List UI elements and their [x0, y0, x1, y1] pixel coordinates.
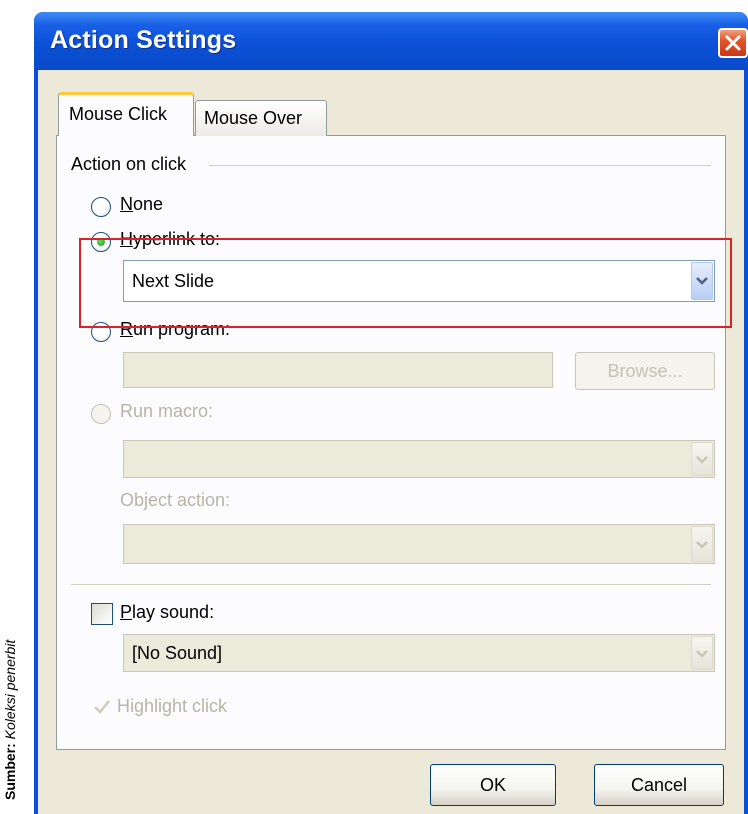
image-source-caption: Sumber: Koleksi penerbit: [2, 580, 18, 800]
radio-none[interactable]: [91, 197, 111, 217]
radio-run-macro[interactable]: [91, 404, 111, 424]
object-action-label: Object action:: [120, 490, 231, 510]
window-title: Action Settings: [50, 26, 237, 54]
browse-button[interactable]: Browse...: [575, 352, 715, 390]
close-button[interactable]: [718, 28, 748, 58]
chevron-down-icon: [696, 541, 708, 549]
close-icon: [725, 35, 741, 51]
mouse-click-panel: Action on click None Hyperlink to: Next …: [56, 135, 726, 750]
cancel-button[interactable]: Cancel: [594, 764, 724, 806]
chevron-down-icon: [696, 650, 708, 658]
sound-value: [No Sound]: [132, 643, 223, 663]
radio-run-macro-label: Run macro:: [120, 401, 214, 421]
action-settings-dialog: Action Settings Mouse Click Mouse Over A…: [34, 12, 748, 814]
group-bottom-divider: [71, 584, 711, 585]
highlight-click-checkbox[interactable]: [93, 699, 111, 715]
ok-button[interactable]: OK: [430, 764, 556, 806]
chevron-down-icon: [696, 456, 708, 464]
dialog-body: Mouse Click Mouse Over Action on click N…: [38, 70, 744, 814]
play-sound-checkbox[interactable]: [91, 603, 113, 625]
radio-none-label[interactable]: None: [120, 194, 163, 215]
run-program-field[interactable]: [123, 352, 553, 388]
tab-mouse-over[interactable]: Mouse Over: [195, 100, 327, 136]
cancel-button-label: Cancel: [630, 775, 688, 795]
sound-dropdown-button[interactable]: [691, 636, 713, 670]
red-annotation-box: [79, 238, 732, 328]
caption-label: Sumber:: [2, 743, 18, 800]
run-macro-dropdown[interactable]: [123, 440, 715, 478]
highlight-click-label: Highlight click: [117, 696, 228, 716]
run-macro-dropdown-button[interactable]: [691, 442, 713, 476]
caption-text: Koleksi penerbit: [2, 639, 18, 740]
tab-mouse-click-label: Mouse Click: [69, 104, 168, 124]
tab-mouse-click[interactable]: Mouse Click: [58, 92, 194, 136]
object-action-dropdown[interactable]: [123, 524, 715, 564]
sound-dropdown[interactable]: [No Sound]: [123, 634, 715, 672]
ok-button-label: OK: [479, 775, 506, 795]
group-label-action-on-click: Action on click: [71, 154, 187, 174]
browse-button-label: Browse...: [607, 361, 683, 381]
object-action-dropdown-button[interactable]: [691, 526, 713, 562]
tab-mouse-over-label: Mouse Over: [204, 108, 303, 128]
play-sound-label[interactable]: Play sound:: [120, 602, 214, 623]
title-bar[interactable]: Action Settings: [34, 12, 748, 70]
group-divider: [209, 165, 711, 166]
